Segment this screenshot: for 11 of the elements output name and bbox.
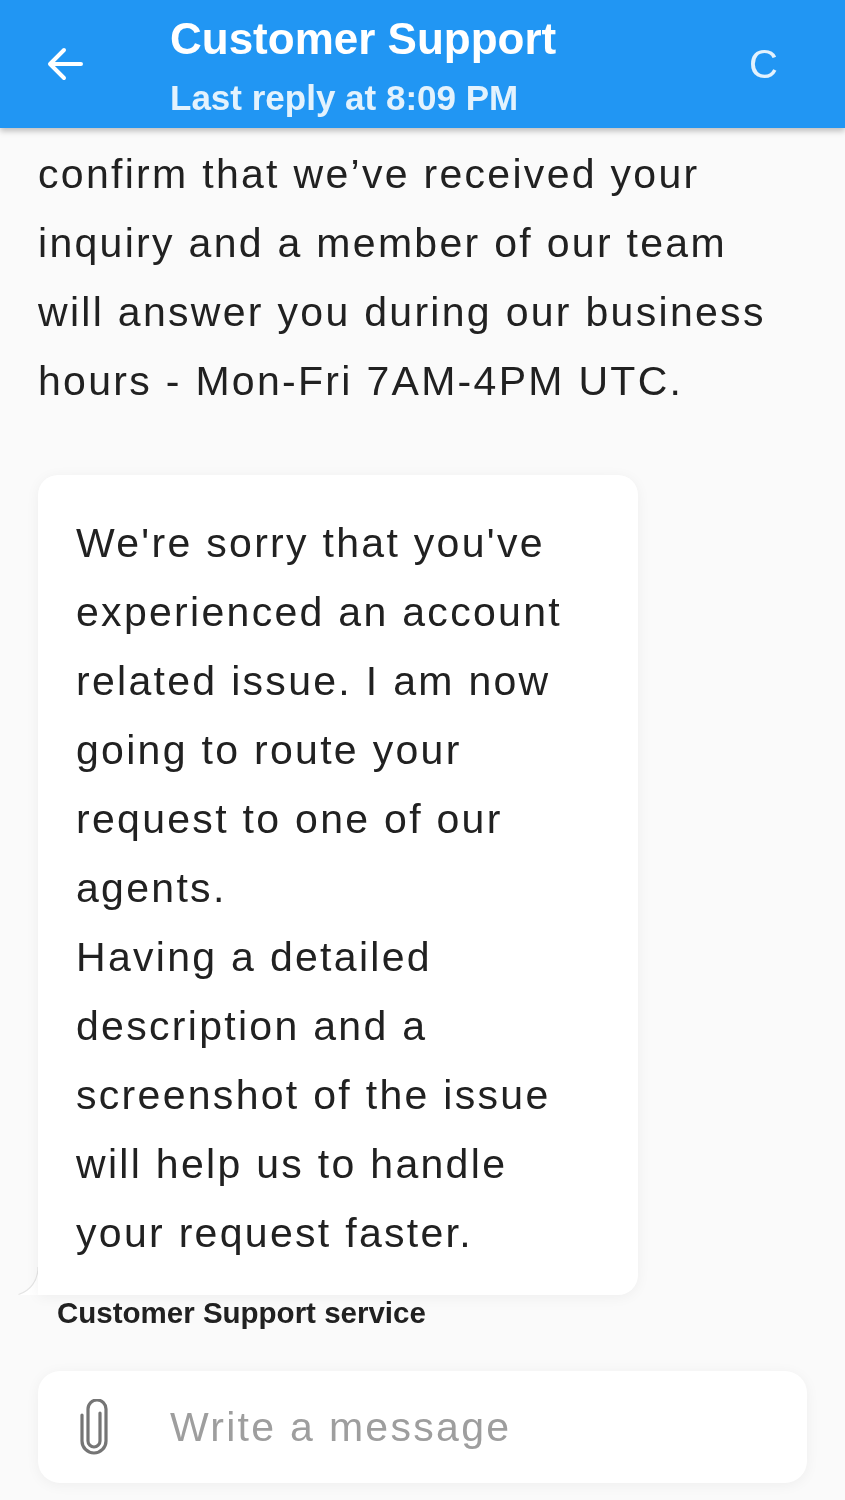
header-title: Customer Support [170, 14, 557, 64]
message-text: We're sorry that you've experienced an account related issue. I am now going to route your request to one of our agents. Having a detailed description and a screenshot of the issue will help us to handle your request faster. [76, 519, 563, 1258]
bubble-tail-icon [18, 1267, 38, 1295]
message-text: confirm that we’ve received your inquiry and a member of our team will answer you during our business hours - Mon-Fri 7AM-4PM UTC. [38, 150, 767, 406]
message-input-field[interactable]: Write a message [38, 1371, 807, 1483]
message-text-input[interactable]: Write a message [170, 1399, 783, 1455]
sender-name: Customer Support service [57, 1295, 427, 1331]
header-action-button[interactable]: C [745, 41, 782, 87]
header-subtitle: Last reply at 8:09 PM [170, 78, 519, 118]
paperclip-icon [78, 1399, 110, 1455]
back-arrow-icon [47, 47, 83, 81]
